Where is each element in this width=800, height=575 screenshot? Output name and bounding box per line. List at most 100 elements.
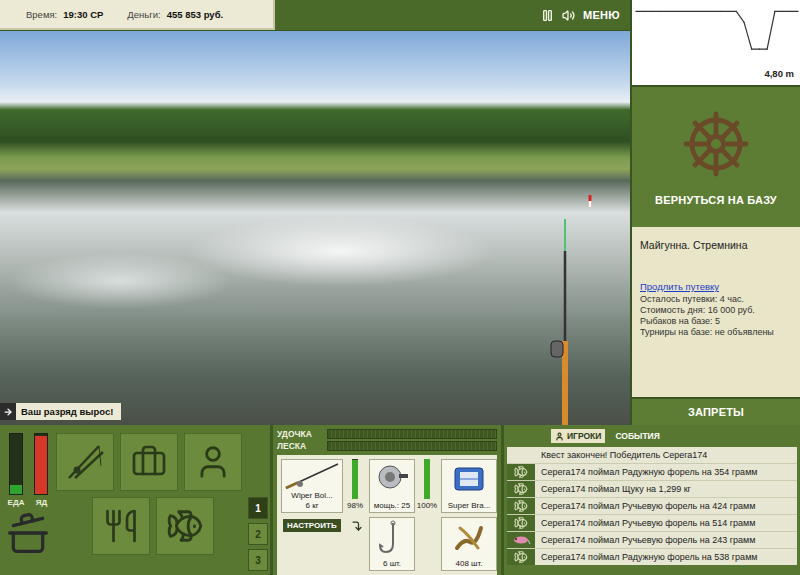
gauge-fill: [35, 436, 47, 494]
bait-icon: [452, 520, 486, 554]
depth-point: [728, 11, 729, 12]
event-row: Серега174 поймал Ручьевую форель на 514 …: [507, 515, 797, 531]
event-icon-cell: [507, 464, 535, 480]
money-label: Деньги:: [127, 9, 160, 20]
line-spool-icon: [451, 462, 487, 496]
player-icon: [555, 432, 564, 441]
extend-link[interactable]: Продлить путевку: [640, 281, 792, 292]
event-text: Серега174 поймал Радужную форель на 354 …: [535, 467, 758, 477]
game-screen: Время:19:30 СРДеньги:455 853 руб.МЕНЮВаш…: [0, 0, 800, 575]
depth-point: [651, 11, 652, 12]
ship-wheel-icon: [680, 108, 752, 180]
tension-track: [327, 441, 497, 451]
fish-keeper-button[interactable]: [156, 497, 214, 555]
pot-button[interactable]: [6, 511, 50, 559]
rod-durability: 98%: [345, 459, 365, 513]
return-panel[interactable]: ВЕРНУТЬСЯ НА БАЗУ: [632, 87, 800, 227]
bans-panel[interactable]: ЗАПРЕТЫ: [632, 397, 800, 425]
tension-label: ЛЕСКА: [277, 441, 323, 451]
depth-point: [689, 11, 690, 12]
menu-button[interactable]: МЕНЮ: [583, 9, 620, 21]
gauge: ЕДА: [8, 433, 25, 507]
meter-track: [352, 459, 358, 499]
rod-icon: [284, 462, 340, 490]
bait-slot[interactable]: 408 шт.: [441, 517, 497, 571]
fish-icon: [514, 550, 528, 564]
cooking-pot-icon: [6, 511, 50, 555]
food-button[interactable]: [92, 497, 150, 555]
meter-label: 98%: [347, 501, 363, 510]
reel-row: мощь.: 25100%: [369, 459, 437, 513]
event-icon-cell: [507, 498, 535, 514]
depth-point: [767, 49, 768, 50]
gauge-row: ЕДА ЯД: [8, 433, 49, 507]
lure-icon: [511, 534, 531, 546]
time-label: Время:: [26, 9, 57, 20]
fisherman-button[interactable]: [184, 433, 242, 491]
tackle-box-icon: [131, 444, 167, 480]
rod-set-button[interactable]: 1: [248, 497, 268, 519]
event-list: Квест закончен! Победитель Серега174Сере…: [507, 447, 797, 565]
main-column: Время:19:30 СРДеньги:455 853 руб.МЕНЮВаш…: [0, 0, 630, 425]
pause-icon[interactable]: [541, 9, 554, 22]
event-icon-cell: [507, 515, 535, 531]
depth-chart: 4,80 m: [632, 0, 800, 87]
meter-label: 100%: [417, 501, 437, 510]
fish-icon: [166, 507, 204, 545]
log-panel: ИГРОКИ СОБЫТИЯ Квест закончен! Победитель …: [504, 425, 800, 575]
return-button[interactable]: ВЕРНУТЬСЯ НА БАЗУ: [655, 194, 777, 206]
rods-icon: [65, 442, 105, 482]
event-text: Серега174 поймал Щуку на 1,299 кг: [535, 484, 691, 494]
tackle-box-button[interactable]: [120, 433, 178, 491]
depth-point: [697, 11, 698, 12]
notice-arrow: [0, 403, 16, 420]
event-icon-cell: [507, 532, 535, 548]
tension-label: УДОЧКА: [277, 429, 323, 439]
depth-point: [643, 11, 644, 12]
gauge-label: ЯД: [36, 498, 47, 507]
event-icon-cell: [507, 549, 535, 565]
setup-button[interactable]: НАСТРОИТЬ: [281, 517, 365, 534]
scene-photo[interactable]: Ваш разряд вырос!: [0, 31, 630, 425]
money-value: 455 853 руб.: [167, 9, 223, 20]
corner-arrow-icon: [351, 520, 363, 532]
depth-point: [790, 11, 791, 12]
meter-fill: [424, 459, 430, 499]
depth-point: [720, 11, 721, 12]
rod-set-button[interactable]: 3: [248, 549, 268, 571]
rod-set-button[interactable]: 2: [248, 523, 268, 545]
depth-point: [666, 11, 667, 12]
gauge-fill: [10, 485, 22, 494]
bait-label: 408 шт.: [456, 559, 483, 568]
gauges: ЕДА ЯД: [6, 433, 50, 571]
status-card: Время:19:30 СРДеньги:455 853 руб.: [0, 0, 275, 30]
event-row: Серега174 поймал Радужную форель на 354 …: [507, 464, 797, 480]
hook-slot[interactable]: 6 шт.: [369, 517, 415, 571]
depth-point: [674, 11, 675, 12]
rod-slot[interactable]: Wiper Bol...6 кг: [281, 459, 343, 513]
event-text: Серега174 поймал Ручьевую форель на 243 …: [535, 535, 755, 545]
meter-track: [424, 459, 430, 499]
action-row: [56, 433, 242, 491]
hook-label: 6 шт.: [383, 559, 401, 568]
log-tab[interactable]: СОБЫТИЯ: [611, 429, 663, 443]
reel-slot[interactable]: мощь.: 25: [369, 459, 415, 513]
tension-row: ЛЕСКА: [277, 441, 497, 451]
log-tab[interactable]: ИГРОКИ: [551, 429, 605, 443]
rods-button[interactable]: [56, 433, 114, 491]
depth-point: [713, 11, 714, 12]
line-slot[interactable]: Super Bra...: [441, 459, 497, 513]
gauge-track: [34, 433, 48, 495]
event-row: Серега174 поймал Щуку на 1,299 кг: [507, 481, 797, 497]
location-detail: Стоимость дня: 16 000 руб.: [640, 305, 792, 316]
depth-point: [736, 11, 737, 12]
upper-area: Время:19:30 СРДеньги:455 853 руб.МЕНЮВаш…: [0, 0, 800, 425]
sound-icon[interactable]: [562, 9, 575, 22]
event-icon-cell: [507, 447, 535, 463]
fish-icon: [514, 516, 528, 530]
gear-column: мощь.: 25100% 6 шт.: [369, 459, 437, 571]
top-bar: Время:19:30 СРДеньги:455 853 руб.МЕНЮ: [0, 0, 630, 31]
bans-button[interactable]: ЗАПРЕТЫ: [688, 406, 744, 418]
bottom-area: ЕДА ЯД 1 2 3 УДОЧКА ЛЕСКА Wiper Bol...6 кг 98% НА…: [0, 425, 800, 575]
rod-load: 6 кг: [305, 501, 318, 510]
